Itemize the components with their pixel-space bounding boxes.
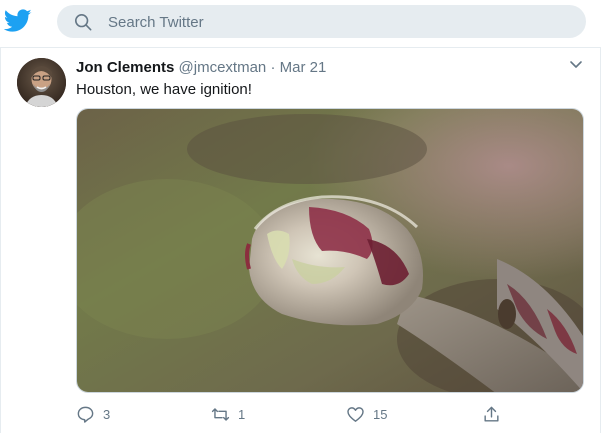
retweet-button[interactable]: 1: [211, 403, 245, 425]
separator-dot: ·: [270, 59, 276, 76]
reply-count: 3: [103, 406, 111, 422]
tweet-header: Jon Clements @jmcextman · Mar 21: [76, 59, 326, 76]
tweet-text: Houston, we have ignition!: [76, 81, 252, 98]
reply-icon: [77, 406, 94, 423]
reply-button[interactable]: 3: [76, 403, 110, 425]
twitter-bird-icon[interactable]: [4, 9, 32, 33]
chevron-down-icon[interactable]: [569, 60, 583, 70]
like-icon: [347, 406, 364, 422]
retweet-count: 1: [238, 406, 246, 422]
tweet-actions: 3 1 15: [76, 403, 516, 425]
search-input[interactable]: Search Twitter: [57, 5, 586, 38]
like-count: 15: [373, 406, 388, 422]
retweet-icon: [211, 407, 230, 421]
author-name[interactable]: Jon Clements: [76, 59, 174, 76]
tweet-image[interactable]: [76, 108, 584, 393]
search-icon: [74, 13, 92, 31]
author-handle[interactable]: @jmcextman: [179, 59, 267, 76]
like-button[interactable]: 15: [346, 403, 387, 425]
top-bar: Search Twitter: [0, 0, 601, 44]
search-placeholder: Search Twitter: [108, 14, 204, 31]
share-icon: [484, 406, 499, 422]
avatar[interactable]: [17, 58, 66, 107]
tweet-date[interactable]: Mar 21: [280, 59, 327, 76]
share-button[interactable]: [482, 403, 501, 425]
